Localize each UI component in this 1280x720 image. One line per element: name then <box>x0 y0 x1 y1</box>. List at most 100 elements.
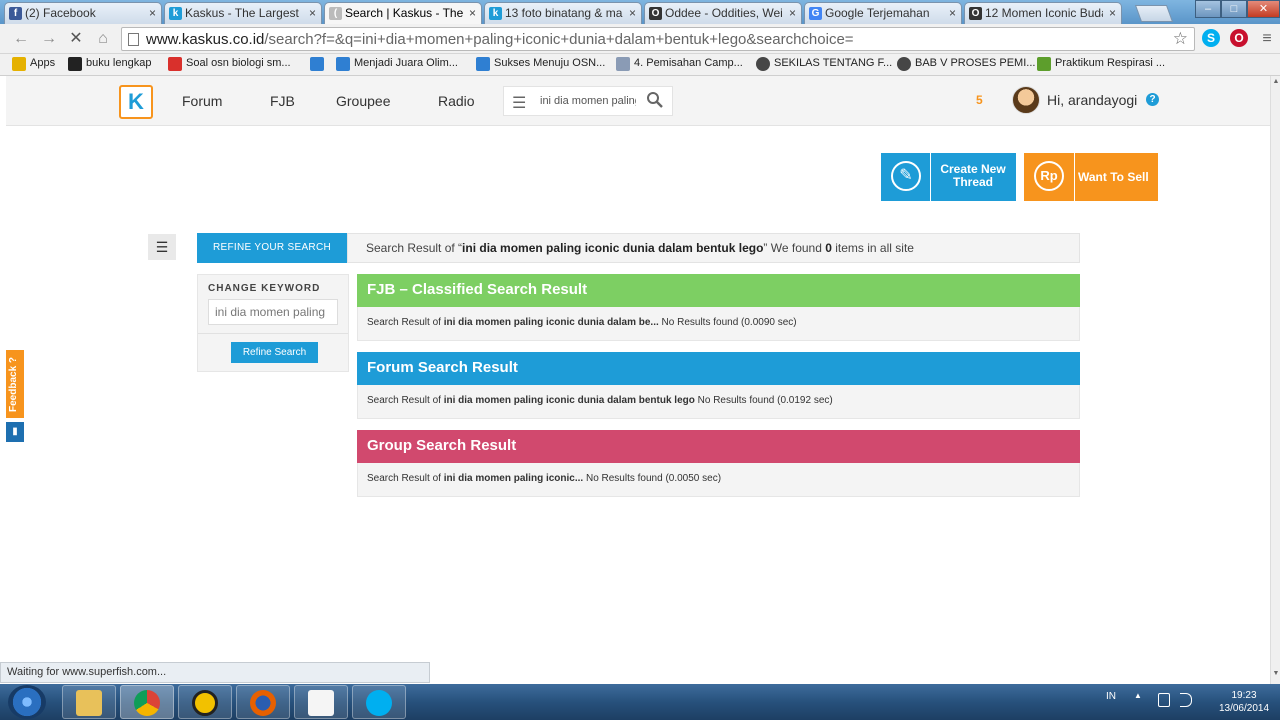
pencil-icon: ✎ <box>881 153 931 201</box>
scroll-up-arrow-icon[interactable]: ▲ <box>1272 78 1280 85</box>
create-thread-button[interactable]: ✎ Create New Thread <box>881 153 1016 201</box>
scroll-down-arrow-icon[interactable]: ▼ <box>1272 670 1280 677</box>
section-title[interactable]: Group Search Result <box>357 430 1080 463</box>
feedback-tab[interactable]: Feedback ? <box>6 350 24 418</box>
avatar[interactable] <box>1012 86 1040 114</box>
forward-arrow-icon[interactable]: → <box>40 30 58 48</box>
home-icon[interactable]: ⌂ <box>94 30 112 48</box>
browser-tab-kaskus[interactable]: k Kaskus - The Largest Indonesian × <box>164 2 322 24</box>
minimize-button[interactable]: – <box>1195 0 1221 18</box>
url-text[interactable]: www.kaskus.co.id/search?f=&q=ini+dia+mom… <box>146 31 854 48</box>
show-hidden-icons-icon[interactable]: ▲ <box>1134 691 1142 700</box>
facebook-icon: f <box>9 7 22 20</box>
page-icon <box>128 33 139 46</box>
close-icon[interactable]: × <box>1109 6 1116 20</box>
section-title[interactable]: FJB – Classified Search Result <box>357 274 1080 307</box>
address-bar[interactable]: www.kaskus.co.id/search?f=&q=ini+dia+mom… <box>121 27 1195 51</box>
refine-search-tab[interactable]: REFINE YOUR SEARCH <box>197 233 347 263</box>
stop-icon[interactable]: ✕ <box>67 30 85 48</box>
bookmark-icon <box>1037 57 1051 71</box>
want-to-sell-button[interactable]: Rp Want To Sell <box>1024 153 1158 201</box>
section-title[interactable]: Forum Search Result <box>357 352 1080 385</box>
browser-tab-facebook[interactable]: f (2) Facebook × <box>4 2 162 24</box>
user-greeting[interactable]: Hi, arandayogi <box>1047 92 1137 108</box>
battery-icon[interactable] <box>1158 693 1170 707</box>
close-icon[interactable]: × <box>789 6 796 20</box>
nav-forum[interactable]: Forum <box>182 93 222 109</box>
nav-fjb[interactable]: FJB <box>270 93 295 109</box>
bookmark-soal-osn[interactable]: Soal osn biologi sm... <box>168 57 291 71</box>
bookmark-label: Apps <box>30 57 56 69</box>
bookmark-menjadi-juara[interactable]: Menjadi Juara Olim... <box>336 57 458 71</box>
adblock-extension-icon[interactable]: O <box>1230 29 1248 47</box>
page-scrollbar[interactable]: ▲ ▼ <box>1270 76 1280 684</box>
browser-tab-google-terjemahan[interactable]: G Google Terjemahan × <box>804 2 962 24</box>
bookmark-praktikum[interactable]: Praktikum Respirasi ... <box>1037 57 1165 71</box>
notification-count[interactable]: 5 <box>976 93 983 107</box>
bookmark-label: SEKILAS TENTANG F... <box>774 57 893 69</box>
bookmark-buku-lengkap[interactable]: buku lengkap <box>68 57 151 71</box>
browser-tab-search-kaskus[interactable]: ( Search | Kaskus - The Largest × <box>324 2 482 24</box>
taskbar-explorer[interactable] <box>62 685 116 719</box>
close-icon[interactable]: × <box>949 6 956 20</box>
bookmark-sekilas[interactable]: SEKILAS TENTANG F... <box>756 57 893 71</box>
browser-tab-foto-binatang[interactable]: k 13 foto binatang & makhluk × <box>484 2 642 24</box>
menu-icon[interactable]: ≡ <box>1258 30 1276 48</box>
close-icon[interactable]: × <box>309 6 316 20</box>
windows-taskbar: IN ▲ 19:23 13/06/2014 <box>0 684 1280 720</box>
bookmark-star-icon[interactable]: ☆ <box>1173 29 1188 49</box>
language-indicator[interactable]: IN <box>1106 691 1116 702</box>
new-tab-button[interactable] <box>1134 5 1174 22</box>
bookmark-pemisahan[interactable]: 4. Pemisahan Camp... <box>616 57 743 71</box>
divider <box>198 333 348 334</box>
bookmark-bab-v[interactable]: BAB V PROSES PEMI... <box>897 57 1035 71</box>
wordpress-icon <box>756 57 770 71</box>
site-search-input[interactable] <box>540 95 636 107</box>
close-icon[interactable]: × <box>629 6 636 20</box>
feedback-share-icon[interactable]: ▮ <box>6 422 24 442</box>
skype-extension-icon[interactable]: S <box>1202 29 1220 47</box>
summary-count: 0 <box>825 241 832 255</box>
kaskus-logo[interactable]: K <box>119 85 153 119</box>
tab-label: 12 Momen Iconic Budaya Pop <box>985 6 1103 20</box>
result-status: No Results found (0.0090 sec) <box>658 317 797 328</box>
maximize-button[interactable]: □ <box>1221 0 1247 18</box>
taskbar-flash[interactable] <box>294 685 348 719</box>
keyword-input[interactable] <box>208 299 338 325</box>
bookmark-label: Menjadi Juara Olim... <box>354 57 458 69</box>
taskbar-app[interactable] <box>178 685 232 719</box>
sidebar-toggle-icon[interactable]: ☰ <box>148 234 176 260</box>
search-result-summary: Search Result of “ini dia momen paling i… <box>347 233 1080 263</box>
search-icon[interactable] <box>646 91 664 109</box>
bookmark-label: Sukses Menuju OSN... <box>494 57 606 69</box>
browser-tab-momen-iconic[interactable]: O 12 Momen Iconic Budaya Pop × <box>964 2 1122 24</box>
group-result-section: Group Search Result Search Result of ini… <box>357 430 1080 497</box>
window-close-button[interactable]: ✕ <box>1247 0 1280 18</box>
clock[interactable]: 19:23 13/06/2014 <box>1212 689 1276 715</box>
result-query: ini dia momen paling iconic... <box>443 473 584 484</box>
back-arrow-icon[interactable]: ← <box>12 30 30 48</box>
browser-tab-oddee[interactable]: O Oddee - Oddities, Weird News × <box>644 2 802 24</box>
tab-label: 13 foto binatang & makhluk <box>505 6 623 20</box>
close-icon[interactable]: × <box>469 6 476 20</box>
taskbar-skype[interactable] <box>352 685 406 719</box>
apps-grid-icon <box>12 57 26 71</box>
start-button[interactable] <box>8 685 46 719</box>
flash-icon <box>308 690 334 716</box>
nav-radio[interactable]: Radio <box>438 93 475 109</box>
refine-search-button[interactable]: Refine Search <box>231 342 318 363</box>
taskbar-firefox[interactable] <box>236 685 290 719</box>
bookmark-icon <box>68 57 82 71</box>
result-query: ini dia momen paling iconic dunia dalam … <box>443 317 659 328</box>
bookmark-sukses-osn[interactable]: Sukses Menuju OSN... <box>476 57 606 71</box>
section-body: Search Result of ini dia momen paling ic… <box>357 307 1080 341</box>
google-translate-icon: G <box>809 7 822 20</box>
search-menu-icon[interactable]: ☰ <box>512 93 526 113</box>
taskbar-chrome[interactable] <box>120 685 174 719</box>
result-status: No Results found (0.0192 sec) <box>694 395 833 406</box>
volume-icon[interactable] <box>1180 693 1192 707</box>
close-icon[interactable]: × <box>149 6 156 20</box>
nav-groupee[interactable]: Groupee <box>336 93 390 109</box>
help-icon[interactable]: ? <box>1146 93 1159 106</box>
bookmark-apps[interactable]: Apps <box>12 57 56 71</box>
